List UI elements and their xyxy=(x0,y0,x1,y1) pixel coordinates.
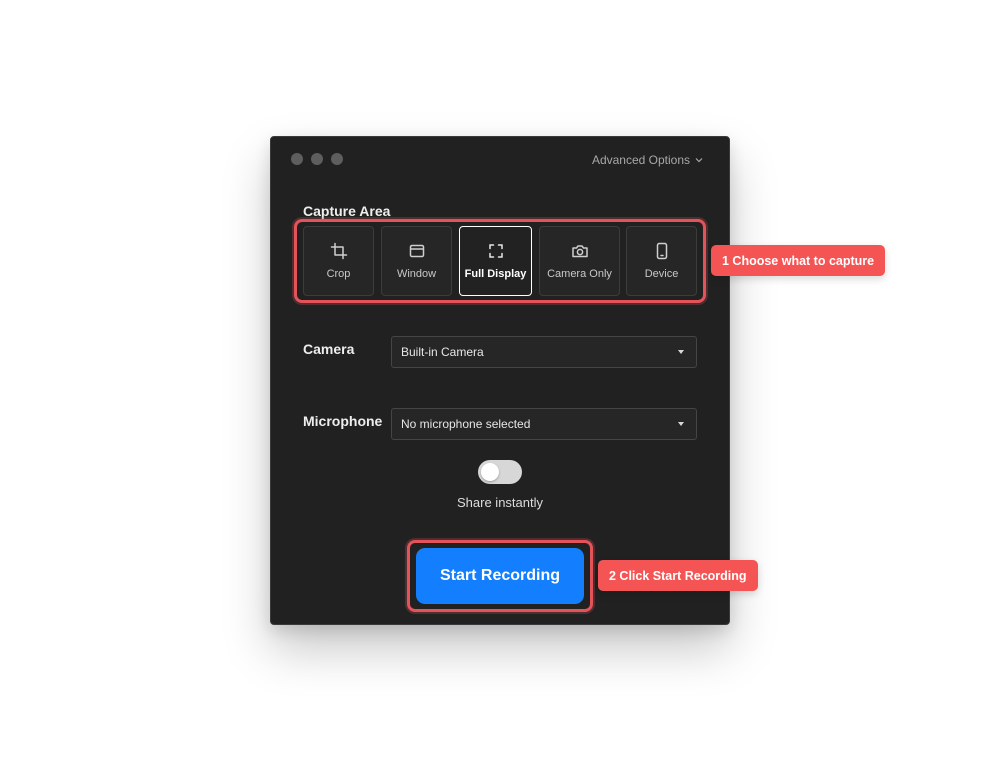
capture-option-device[interactable]: Device xyxy=(626,226,697,296)
capture-option-label: Camera Only xyxy=(547,268,612,280)
capture-area-title: Capture Area xyxy=(303,203,391,219)
capture-option-label: Device xyxy=(644,268,679,280)
camera-icon xyxy=(571,245,588,258)
advanced-options-label: Advanced Options xyxy=(591,153,690,167)
maximize-window-button[interactable] xyxy=(331,153,343,165)
dropdown-caret-icon xyxy=(678,350,684,354)
dropdown-caret-icon xyxy=(678,422,684,426)
window-icon xyxy=(409,244,424,258)
device-icon xyxy=(656,242,667,260)
capture-option-label: Crop xyxy=(326,268,351,280)
start-recording-button[interactable]: Start Recording xyxy=(416,548,584,604)
capture-option-crop[interactable]: Crop xyxy=(303,226,374,296)
camera-label: Camera xyxy=(303,341,355,357)
minimize-window-button[interactable] xyxy=(311,153,323,165)
close-window-button[interactable] xyxy=(291,153,303,165)
camera-select-value: Built-in Camera xyxy=(401,345,484,359)
advanced-options-dropdown[interactable]: Advanced Options xyxy=(592,153,703,167)
window-controls xyxy=(291,153,343,165)
microphone-label: Microphone xyxy=(303,413,383,429)
capture-option-camera-only[interactable]: Camera Only xyxy=(539,226,620,296)
share-instantly-toggle[interactable] xyxy=(478,460,522,484)
share-instantly-label: Share instantly xyxy=(457,495,543,510)
microphone-select[interactable]: No microphone selected xyxy=(391,408,697,440)
capture-option-label: Window xyxy=(396,268,437,280)
callout-step-2: 2 Click Start Recording xyxy=(598,560,758,591)
microphone-select-value: No microphone selected xyxy=(401,417,531,431)
full-display-icon xyxy=(488,244,503,258)
crop-icon xyxy=(330,242,347,260)
camera-select[interactable]: Built-in Camera xyxy=(391,336,697,368)
capture-option-full-display[interactable]: Full Display xyxy=(459,226,532,296)
chevron-down-icon xyxy=(695,158,703,163)
capture-option-label: Full Display xyxy=(464,268,527,280)
toggle-knob xyxy=(481,463,499,481)
recording-window: Advanced Options Capture Area Crop Windo… xyxy=(270,136,730,625)
capture-option-window[interactable]: Window xyxy=(381,226,452,296)
callout-step-1: 1 Choose what to capture xyxy=(711,245,886,276)
